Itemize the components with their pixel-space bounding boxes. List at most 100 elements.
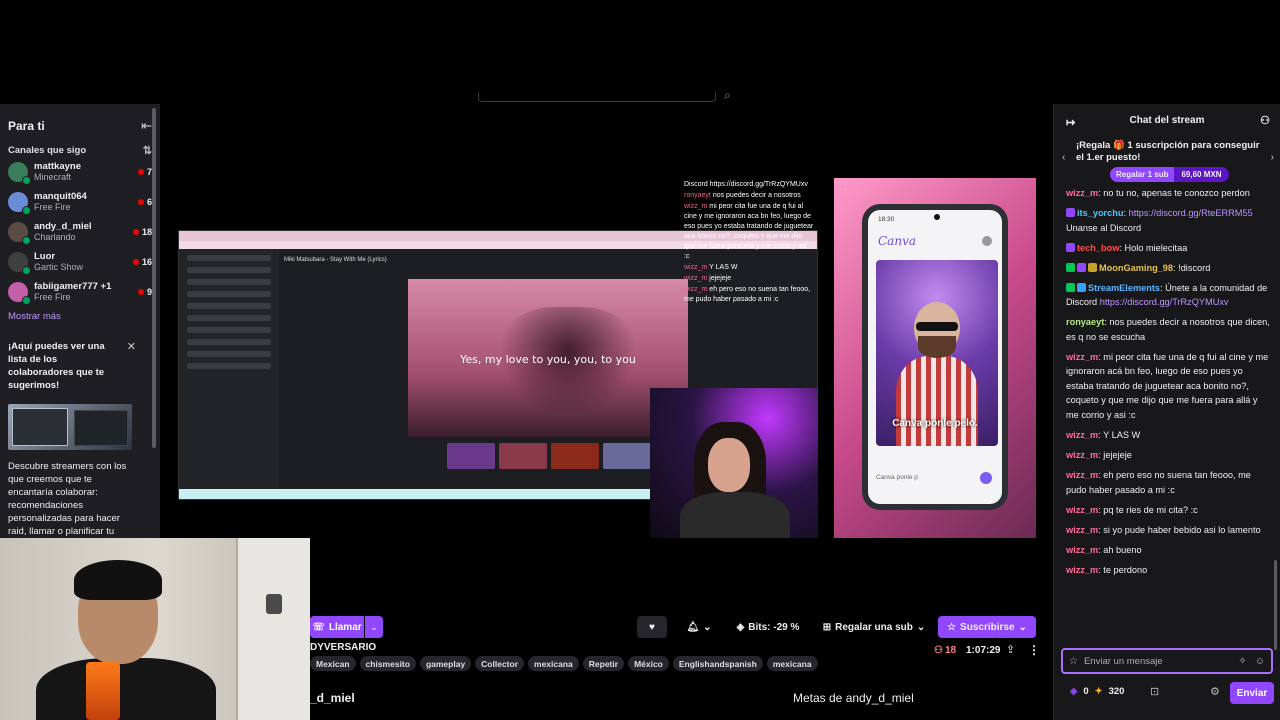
channel-item[interactable]: andy_d_miel Charlando 18 [0, 217, 160, 247]
viewer-count-value: 18 [944, 645, 957, 656]
chat-input-box[interactable]: ☆ ✧ ☺ [1061, 648, 1273, 674]
follow-button[interactable]: ♥ [637, 616, 667, 638]
call-button[interactable]: ☏ Llamar [310, 616, 364, 638]
chat-username[interactable]: wizz_m [1066, 450, 1098, 460]
close-icon[interactable]: ✕ [127, 340, 136, 353]
chat-badge-icon[interactable] [1077, 282, 1086, 292]
magic-icon[interactable]: ✧ [1238, 656, 1246, 667]
gift-price: 69,60 MXN [1174, 167, 1229, 182]
chat-username[interactable]: StreamElements [1088, 283, 1160, 293]
chat-badge-icon[interactable] [1088, 262, 1097, 272]
heart-icon: ♥ [649, 621, 655, 633]
users-icon[interactable]: ⚇ [1260, 114, 1270, 127]
tag[interactable]: chismesito [359, 656, 416, 671]
promo-image-card [74, 410, 128, 446]
overlay-chat-text: Discord https://discord.gg/TrRzQYMUxv [684, 181, 808, 188]
channel-game: Gartic Show [34, 262, 84, 272]
chat-username[interactable]: tech_bow [1077, 243, 1119, 253]
chat-username[interactable]: MoonGaming_98 [1099, 263, 1173, 273]
channel-item[interactable]: mattkayne Minecraft 7 [0, 157, 160, 187]
chat-username[interactable]: ronyaeyt [1066, 317, 1104, 327]
search-box[interactable] [478, 92, 716, 102]
gift-sub-button[interactable]: ⊞ Regalar una sub ⌄ [815, 616, 933, 638]
gift-one-sub-button[interactable]: Regalar 1 sub 69,60 MXN [1110, 167, 1229, 182]
channel-item[interactable]: manquit064 Free Fire 6 [0, 187, 160, 217]
badge-icon[interactable]: ☆ [1069, 656, 1078, 667]
phone-time: 18:30 [878, 216, 895, 223]
channel-name: mattkayne [34, 161, 81, 172]
call-dropdown-button[interactable]: ⌄ [365, 616, 383, 638]
share-icon[interactable]: ⇪ [1006, 643, 1015, 656]
tag[interactable]: México [628, 656, 669, 671]
chat-badge-icon[interactable] [1066, 242, 1075, 252]
overlay-chat-line: wizz_m jejejeje [684, 274, 814, 284]
channel-points[interactable]: ◈ 0 ✦ 320 [1070, 686, 1124, 697]
channel-viewers: 7 [137, 167, 152, 177]
collapse-chat-icon[interactable]: ↦ [1066, 116, 1075, 129]
tag[interactable]: mexicana [766, 656, 818, 671]
more-icon[interactable]: ⋮ [1028, 643, 1040, 657]
subscribe-button[interactable]: ☆ Suscribirse ⌄ [938, 616, 1036, 638]
chat-username[interactable]: wizz_m [1066, 352, 1098, 362]
chat-badge-icon[interactable] [1066, 282, 1075, 292]
participant-tile [447, 443, 495, 469]
chat-username[interactable]: wizz_m [1066, 525, 1098, 535]
chat-badge-icon[interactable] [1066, 207, 1075, 217]
chat-link[interactable]: https://discord.gg/TrRzQYMUxv [1100, 297, 1229, 307]
chevron-right-icon[interactable]: › [1271, 152, 1274, 163]
bits-button[interactable]: ◈ Bits: -29 % [729, 616, 807, 638]
chat-link[interactable]: https://discord.gg/RteERRM55 [1129, 208, 1253, 218]
chat-username[interactable]: wizz_m [1066, 545, 1098, 555]
discord-row [187, 327, 271, 333]
chat-username[interactable]: wizz_m [1066, 565, 1098, 575]
send-button[interactable]: Enviar [1230, 682, 1274, 704]
chat-username[interactable]: wizz_m [1066, 505, 1098, 515]
sidebar-scrollbar[interactable] [152, 108, 156, 448]
chat-text: ah bueno [1100, 544, 1142, 555]
chat-badge-icon[interactable] [1066, 262, 1075, 272]
gift-banner: ‹ ¡Regala 🎁 1 suscripción para conseguir… [1054, 136, 1280, 184]
notifications-button[interactable]: 🔔︎ ⌄ [677, 616, 721, 638]
tag[interactable]: Repetir [582, 656, 625, 671]
show-more-link[interactable]: Mostrar más [0, 307, 160, 326]
chat-message: ronyaeyt: nos puedes decir a nosotros qu… [1066, 315, 1270, 344]
arrow-left-icon[interactable]: ⇤ [141, 118, 152, 134]
sidebar-header: Para ti ⇤ [0, 104, 160, 134]
chevron-left-icon[interactable]: ‹ [1062, 152, 1065, 163]
guest-webcam [650, 388, 818, 538]
chevron-down-icon: ⌄ [370, 621, 378, 632]
channel-meta: andy_d_miel Charlando [34, 221, 133, 243]
overlay-chat-line: wizz_m Y LAS W [684, 263, 814, 273]
chevron-down-icon: ⌄ [1018, 621, 1027, 633]
promo-description: Descubre streamers con los que creemos q… [8, 461, 127, 537]
call-label: Llamar [328, 621, 362, 633]
tag[interactable]: mexicana [528, 656, 579, 671]
emote-icon[interactable]: ☺ [1255, 656, 1265, 667]
chat-username[interactable]: wizz_m [1066, 470, 1098, 480]
goals-title: Metas de andy_d_miel [793, 691, 914, 705]
tag[interactable]: gameplay [419, 656, 472, 671]
chat-badge-icon[interactable] [1077, 262, 1086, 272]
call-participants [447, 443, 651, 469]
chat-text: si yo pude haber bebido asi lo lamento [1100, 524, 1261, 535]
chat-input[interactable] [1083, 655, 1239, 667]
channel-game: Free Fire [34, 292, 71, 302]
discord-row [187, 279, 271, 285]
channel-item[interactable]: Luor Gartic Show 16 [0, 247, 160, 277]
tag[interactable]: Collector [475, 656, 525, 671]
tag[interactable]: Mexican [310, 656, 356, 671]
chat-username[interactable]: its_yorchu [1077, 208, 1123, 218]
gear-icon[interactable]: ⚙ [1210, 685, 1220, 698]
streamer-name[interactable]: _d_miel [310, 691, 355, 705]
sort-icon[interactable]: ⇅ [143, 144, 152, 157]
chat-username[interactable]: wizz_m [1066, 430, 1098, 440]
chat-scrollbar[interactable] [1274, 560, 1277, 650]
search-icon[interactable]: ⌕ [724, 88, 731, 103]
tag[interactable]: Englishandspanish [672, 656, 763, 671]
chat-username[interactable]: wizz_m [1066, 188, 1098, 198]
channel-list: mattkayne Minecraft 7 manquit064 Free Fire 6 a… [0, 157, 160, 307]
gift-icon: ⊞ [822, 621, 832, 633]
figure-beard [918, 336, 956, 358]
channel-item[interactable]: fabiigamer777 +1 Free Fire 9 [0, 277, 160, 307]
rewards-icon[interactable]: ⊡ [1150, 685, 1159, 698]
